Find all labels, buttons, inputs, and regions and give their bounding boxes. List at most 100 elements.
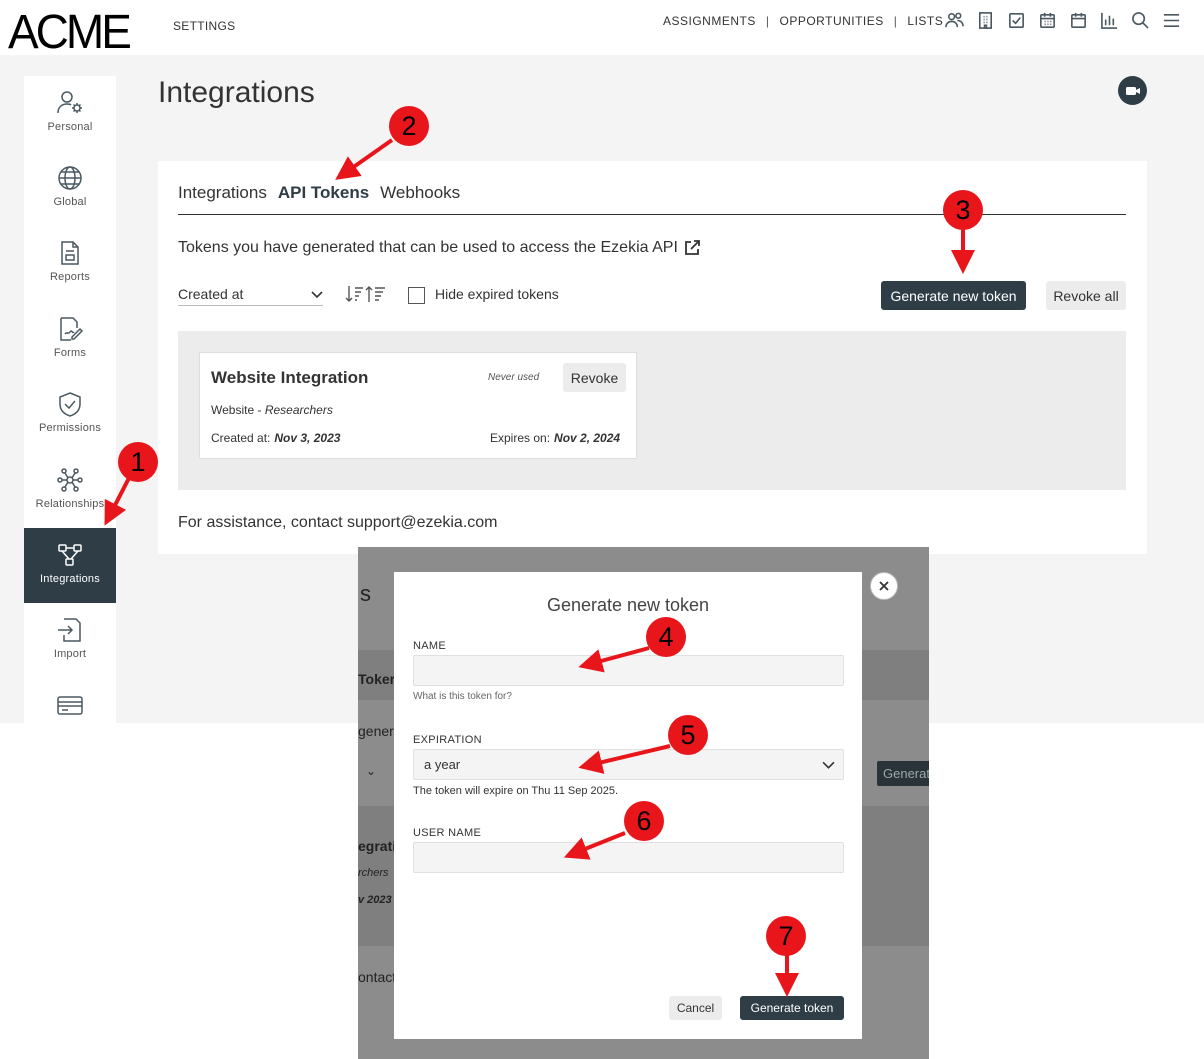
tab-integrations[interactable]: Integrations (178, 183, 267, 203)
token-list: Website Integration Never used Revoke We… (178, 331, 1126, 490)
revoke-token-button[interactable]: Revoke (563, 363, 626, 392)
token-expires: Expires on: Nov 2, 2024 (490, 431, 620, 445)
background-tab-fragment: Toker (358, 671, 396, 687)
token-user: Researchers (264, 403, 333, 417)
top-icons (944, 10, 1182, 31)
generate-token-modal: Generate new token NAME What is this tok… (394, 572, 862, 1039)
globe-icon (58, 166, 82, 190)
calendar-icon[interactable] (1068, 10, 1089, 31)
sort-icon (345, 286, 385, 302)
hide-expired-checkbox[interactable] (408, 287, 425, 304)
token-name: Website Integration (211, 368, 369, 387)
callout-badge-6: 6 (624, 801, 664, 841)
modal-title: Generate new token (546, 595, 710, 615)
sidebar-item-forms[interactable]: Forms (24, 302, 116, 377)
generate-token-button[interactable]: Generate token (740, 996, 844, 1020)
video-camera-icon (1125, 86, 1140, 95)
expiration-help: The token will expire on Thu 11 Sep 2025… (413, 785, 619, 797)
created-date: Nov 3, 2023 (274, 431, 341, 445)
callout-badge-1: 1 (118, 442, 158, 482)
expiration-label: EXPIRATION (413, 734, 482, 746)
menu-icon[interactable] (1161, 10, 1182, 31)
token-usage: Never used (488, 372, 540, 383)
tokens-description: Tokens you have generated that can be us… (178, 239, 700, 257)
sidebar-item-label: Import (53, 648, 87, 660)
user-gear-icon (57, 91, 82, 114)
callout-badge-2: 2 (389, 106, 429, 146)
tab-bar: Integrations API Tokens Webhooks (178, 183, 460, 203)
external-link-icon[interactable] (684, 240, 700, 256)
revoke-all-button[interactable]: Revoke all (1046, 281, 1126, 310)
background-date-fragment: v 2023 (358, 894, 392, 906)
people-icon[interactable] (944, 10, 965, 31)
nav-opportunities[interactable]: OPPORTUNITIES (779, 14, 883, 28)
callout-badge-5: 5 (668, 715, 708, 755)
callout-badge-3: 3 (943, 190, 983, 230)
tab-api-tokens[interactable]: API Tokens (278, 183, 369, 203)
search-icon[interactable] (1130, 10, 1151, 31)
sidebar-item-label: Personal (47, 121, 93, 133)
card-icon (57, 696, 83, 715)
nav-lists[interactable]: LISTS (907, 14, 943, 28)
acme-logo[interactable]: ACME (8, 3, 132, 60)
expires-label: Expires on: (490, 431, 551, 445)
report-icon (61, 241, 79, 265)
page-title: Integrations (158, 76, 315, 109)
token-type: Website - Researchers (211, 403, 333, 417)
sidebar-item-integrations[interactable]: Integrations (24, 528, 116, 603)
sort-select[interactable]: Created at (178, 286, 323, 306)
chevron-down-icon (822, 761, 835, 769)
chevron-down-icon (311, 291, 323, 299)
callout-badge-7: 7 (766, 916, 806, 956)
background-assist-fragment: ontact (358, 969, 397, 985)
sidebar-item-label: Integrations (40, 573, 100, 585)
sidebar-item-personal[interactable]: Personal (24, 76, 116, 151)
sidebar-item-import[interactable]: Import (24, 603, 116, 678)
description-text: Tokens you have generated that can be us… (178, 239, 678, 256)
sort-direction-toggle[interactable] (345, 284, 387, 304)
background-button-fragment: Generat (877, 761, 929, 786)
assistance-text: For assistance, contact support@ezekia.c… (178, 514, 498, 531)
sidebar-item-global[interactable]: Global (24, 151, 116, 226)
tab-divider (178, 214, 1126, 215)
top-nav: ASSIGNMENTS | OPPORTUNITIES | LISTS (663, 14, 943, 28)
sidebar-item-billing[interactable] (24, 678, 116, 753)
section-label: SETTINGS (173, 19, 236, 33)
sidebar-item-label: Permissions (38, 422, 102, 434)
sidebar-item-permissions[interactable]: Permissions (24, 377, 116, 452)
tab-webhooks[interactable]: Webhooks (380, 183, 460, 203)
task-icon[interactable] (1006, 10, 1027, 31)
generate-new-token-button[interactable]: Generate new token (881, 281, 1026, 310)
background-chevron: ⌄ (366, 764, 377, 778)
nav-assignments[interactable]: ASSIGNMENTS (663, 14, 756, 28)
background-user-fragment: rchers (358, 867, 389, 879)
expiration-select[interactable]: a year (413, 749, 844, 780)
name-help: What is this token for? (413, 691, 512, 702)
cancel-button[interactable]: Cancel (669, 996, 722, 1020)
nav-separator: | (765, 14, 770, 28)
token-created: Created at: Nov 3, 2023 (211, 431, 340, 445)
api-tokens-panel: Integrations API Tokens Webhooks Tokens … (158, 161, 1147, 554)
video-help-button[interactable] (1118, 76, 1147, 105)
nav-separator: | (893, 14, 898, 28)
sidebar-item-label: Global (53, 196, 87, 208)
token-type-separator: - (254, 403, 265, 417)
name-input[interactable] (413, 655, 844, 686)
building-icon[interactable] (975, 10, 996, 31)
import-icon (58, 618, 81, 642)
sort-select-value: Created at (178, 286, 244, 302)
background-desc-fragment: gener (358, 723, 394, 739)
settings-sidebar: Personal Global Reports Forms Permission… (24, 76, 116, 723)
username-input[interactable] (413, 842, 844, 873)
sidebar-item-relationships[interactable]: Relationships (24, 453, 116, 528)
callout-badge-4: 4 (646, 617, 686, 657)
top-bar: ACME SETTINGS ASSIGNMENTS | OPPORTUNITIE… (0, 0, 1204, 58)
username-label: USER NAME (413, 827, 482, 839)
chart-icon[interactable] (1099, 10, 1120, 31)
sidebar-item-reports[interactable]: Reports (24, 226, 116, 301)
expiration-value: a year (424, 757, 461, 772)
sidebar-item-label: Relationships (35, 498, 105, 510)
calendar-grid-icon[interactable] (1037, 10, 1058, 31)
close-modal-button[interactable] (870, 572, 898, 600)
name-label: NAME (413, 640, 446, 652)
